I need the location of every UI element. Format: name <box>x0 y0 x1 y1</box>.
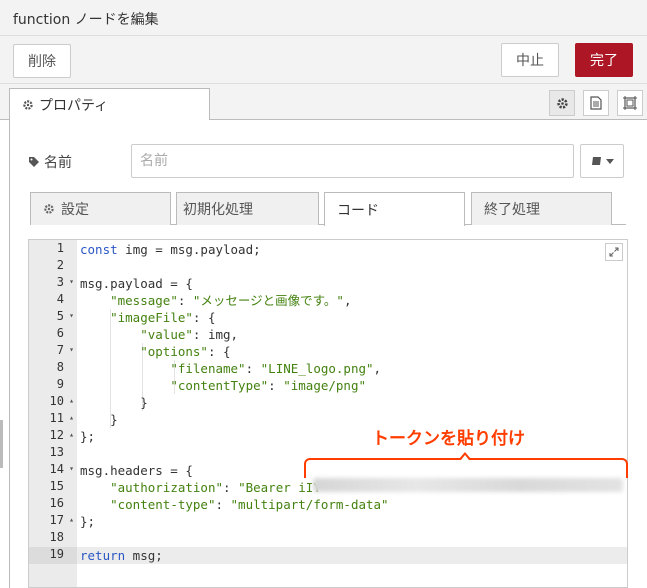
code-line-14: msg.headers = { <box>80 463 193 478</box>
code-text-area[interactable]: const img = msg.payload; msg.payload = {… <box>77 240 627 587</box>
code-line-16: "content-type": "multipart/form-data" <box>110 497 389 512</box>
line-number: 2 <box>56 258 64 272</box>
resize-handle[interactable] <box>0 420 3 468</box>
annotation-pointer <box>459 452 471 460</box>
dialog-title-bar: function ノードを編集 <box>0 0 647 36</box>
code-line-15: "authorization": "Bearer iIY <box>110 480 321 495</box>
line-number: 14 ▾ <box>49 462 74 476</box>
dialog-tabs: プロパティ <box>0 84 647 121</box>
document-icon <box>590 96 602 110</box>
fold-end-icon[interactable]: ▴ <box>69 515 74 524</box>
line-number: 15 <box>49 479 64 493</box>
expand-icon <box>609 247 619 257</box>
line-number: 16 <box>49 496 64 510</box>
done-button[interactable]: 完了 <box>575 43 633 77</box>
tab-properties[interactable]: プロパティ <box>9 88 210 121</box>
fold-end-icon[interactable]: ▴ <box>69 396 74 405</box>
description-tab-button[interactable] <box>583 90 609 116</box>
settings-tab-button[interactable] <box>549 90 575 116</box>
tab-setup[interactable]: 設定 <box>30 192 171 225</box>
cancel-button[interactable]: 中止 <box>501 43 559 77</box>
code-editor[interactable]: 1 2 3 ▾ 4 5 ▾ 6 7 ▾ 8 9 10 ▴ 11 ▴ 12 ▴ 13 14 ▾ … <box>28 239 628 588</box>
book-icon <box>591 157 601 165</box>
line-number: 1 <box>56 241 64 255</box>
line-number: 13 <box>49 445 64 459</box>
gear-icon <box>556 97 568 109</box>
line-number: 5 ▾ <box>56 309 74 323</box>
fold-toggle-icon[interactable]: ▾ <box>69 345 74 354</box>
line-number: 9 <box>56 377 64 391</box>
line-number: 17 ▴ <box>49 513 74 527</box>
line-number: 11 ▴ <box>49 411 74 425</box>
code-line-9: "contentType": "image/png" <box>170 378 367 393</box>
annotation-bracket <box>304 458 628 478</box>
code-line-5: "imageFile": { <box>110 310 216 325</box>
code-line-12: }; <box>80 429 96 444</box>
tab-on-start[interactable]: 初期化処理 <box>176 192 319 225</box>
fold-end-icon[interactable]: ▴ <box>69 413 74 422</box>
line-number: 8 <box>56 360 64 374</box>
code-line-11: } <box>80 412 118 427</box>
code-line-6: "value": img, <box>140 327 239 342</box>
fold-toggle-icon[interactable]: ▾ <box>69 277 74 286</box>
code-line-19: return msg; <box>80 548 163 563</box>
gear-icon <box>23 99 33 110</box>
code-line-17: }; <box>80 514 96 529</box>
dialog-toolbar: 削除 中止 完了 <box>0 36 647 84</box>
line-number: 19 <box>29 547 77 564</box>
name-input[interactable] <box>131 144 574 178</box>
dialog-title: function ノードを編集 <box>13 12 159 28</box>
gear-icon <box>44 204 54 214</box>
caret-down-icon <box>605 158 614 164</box>
code-line-3: msg.payload = { <box>80 276 193 291</box>
line-number-gutter: 1 2 3 ▾ 4 5 ▾ 6 7 ▾ 8 9 10 ▴ 11 ▴ 12 ▴ 13 14 ▾ … <box>29 240 77 587</box>
fold-toggle-icon[interactable]: ▾ <box>69 311 74 320</box>
name-label: 名前 <box>28 152 72 172</box>
code-line-7: "options": { <box>140 344 231 359</box>
frame-icon <box>623 96 637 110</box>
fold-end-icon[interactable]: ▴ <box>69 430 74 439</box>
icon-select-button[interactable] <box>580 144 624 178</box>
code-line-8: "filename": "LINE_logo.png", <box>170 361 382 376</box>
appearance-tab-button[interactable] <box>617 90 643 116</box>
redacted-token <box>313 478 623 492</box>
code-tabs: 設定 初期化処理 コード 終了処理 <box>30 192 626 226</box>
fold-toggle-icon[interactable]: ▾ <box>69 464 74 473</box>
tab-on-message[interactable]: コード <box>324 192 465 226</box>
tab-properties-label: プロパティ <box>39 97 109 114</box>
delete-button[interactable]: 削除 <box>13 44 71 78</box>
line-number: 3 ▾ <box>56 275 74 289</box>
code-line-1: const img = msg.payload; <box>80 242 261 257</box>
tab-on-stop[interactable]: 終了処理 <box>471 192 612 225</box>
line-number: 10 ▴ <box>49 394 74 408</box>
code-line-4: "message": "メッセージと画像です。", <box>110 293 352 308</box>
code-line-10: } <box>80 395 148 410</box>
annotation-label: トークンを貼り付け <box>372 429 525 449</box>
line-number: 4 <box>56 292 64 306</box>
line-number: 12 ▴ <box>49 428 74 442</box>
expand-editor-button[interactable] <box>605 243 623 261</box>
line-number: 18 <box>49 530 64 544</box>
tag-icon <box>29 157 39 167</box>
line-number: 7 ▾ <box>56 343 74 357</box>
line-number: 6 <box>56 326 64 340</box>
